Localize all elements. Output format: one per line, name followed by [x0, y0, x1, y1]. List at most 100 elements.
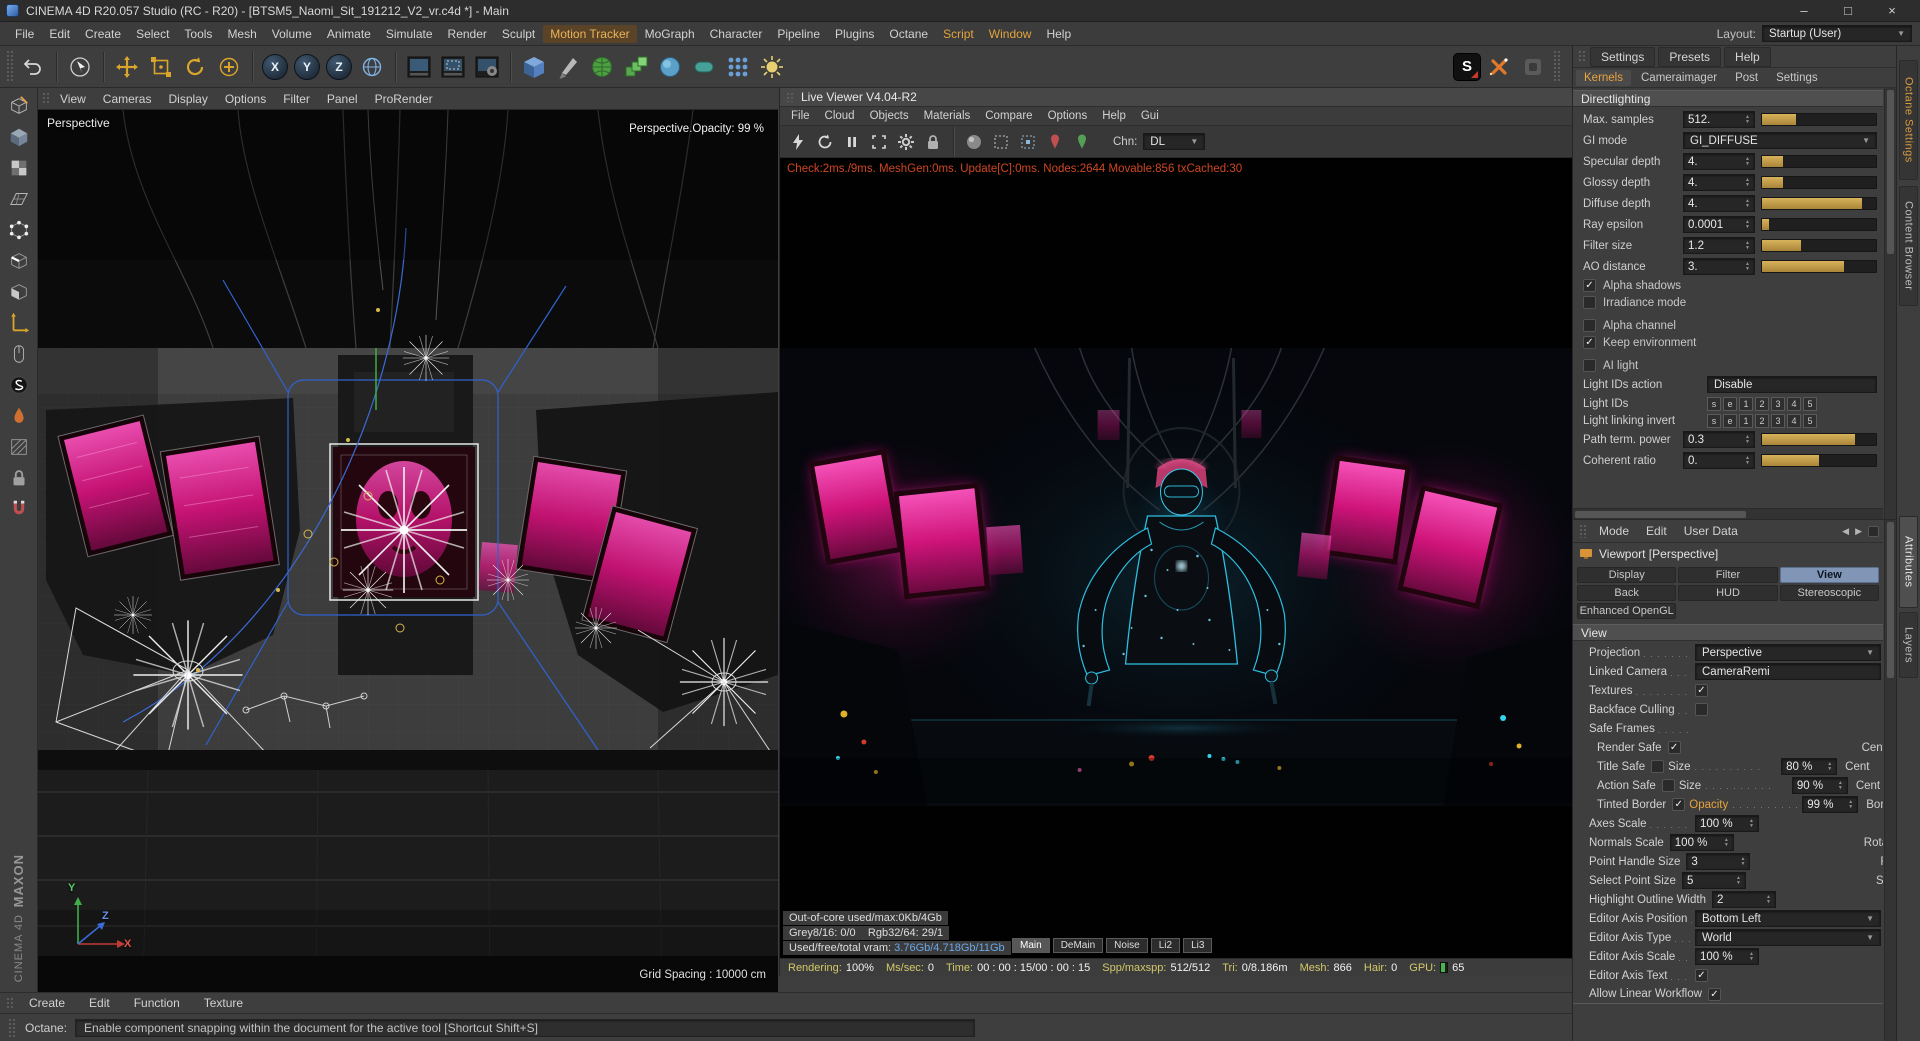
axes-scale-input[interactable]: 100 % ▲ ▼ [1695, 815, 1759, 832]
menu-item[interactable]: Render [441, 25, 494, 43]
coherent-ratio-slider[interactable] [1761, 454, 1877, 467]
scrollbar-thumb[interactable] [1575, 510, 1746, 518]
menu-item[interactable]: Character [703, 25, 770, 43]
glossy-depth-input[interactable]: 4. ▲ ▼ [1683, 174, 1755, 191]
light-icon[interactable] [756, 51, 788, 83]
ai-light-checkbox[interactable] [1583, 359, 1596, 372]
workplane-icon[interactable] [4, 184, 34, 213]
snap-magnet-icon[interactable] [4, 494, 34, 523]
menu-item[interactable]: Create [78, 25, 128, 43]
light-id-button[interactable]: 3 [1771, 396, 1785, 411]
material-ball-icon[interactable] [962, 130, 986, 154]
specular-depth-input[interactable]: 4. ▲ ▼ [1683, 153, 1755, 170]
textures-checkbox[interactable] [1695, 684, 1708, 697]
tab-back[interactable]: Back [1577, 585, 1677, 601]
light-id-button[interactable]: 5 [1803, 396, 1817, 411]
tab-filter[interactable]: Filter [1678, 567, 1778, 583]
aov-li3-button[interactable]: Li3 [1183, 938, 1213, 953]
action-safe-checkbox[interactable] [1661, 779, 1675, 792]
paint-tool-icon[interactable] [4, 401, 34, 430]
lv-menu-objects[interactable]: Objects [863, 109, 916, 123]
mograph-grid-icon[interactable] [722, 51, 754, 83]
path-term-power-input[interactable]: 0.3 ▲ ▼ [1683, 431, 1755, 448]
panel-grip[interactable] [1578, 50, 1585, 63]
last-tool-icon[interactable] [213, 51, 245, 83]
coherent-ratio-input[interactable]: 0. ▲ ▼ [1683, 452, 1755, 469]
aov-demain-button[interactable]: DeMain [1052, 938, 1104, 953]
viewport-menu-view[interactable]: View [52, 90, 94, 108]
lv-menu-compare[interactable]: Compare [978, 109, 1039, 123]
undo-icon[interactable] [17, 51, 49, 83]
viewport-scene[interactable]: Perspective Perspective.Opacity: 99 % Gr… [38, 110, 778, 992]
menu-item[interactable]: Simulate [379, 25, 440, 43]
pause-icon[interactable] [840, 130, 864, 154]
light-link-button[interactable]: 2 [1755, 413, 1769, 428]
lv-menu-help[interactable]: Help [1095, 109, 1133, 123]
edges-mode-icon[interactable] [4, 246, 34, 275]
aov-li2-button[interactable]: Li2 [1150, 938, 1181, 953]
scale-tool-icon[interactable] [145, 51, 177, 83]
ray-epsilon-input[interactable]: 0.0001 ▲ ▼ [1683, 216, 1755, 233]
alpha-channel-checkbox[interactable] [1583, 319, 1596, 332]
cloner-icon[interactable] [620, 51, 652, 83]
viewport-menu-cameras[interactable]: Cameras [95, 90, 160, 108]
tab-texture[interactable]: Texture [194, 994, 253, 1012]
dock-tab-layers[interactable]: Layers [1899, 612, 1918, 678]
pin-icon[interactable] [1868, 525, 1879, 537]
title-safe-size-input[interactable]: 80 % ▲ ▼ [1781, 758, 1838, 775]
y-axis-lock-button[interactable]: Y [294, 53, 320, 80]
make-editable-icon[interactable] [4, 91, 34, 120]
light-ids-action-select[interactable]: Disable [1707, 376, 1877, 393]
editor-axis-scale-input[interactable]: 100 % ▲ ▼ [1695, 948, 1759, 965]
region-render-icon[interactable] [867, 130, 891, 154]
move-tool-icon[interactable] [111, 51, 143, 83]
light-id-button[interactable]: 1 [1739, 396, 1753, 411]
octane-close-icon[interactable] [1483, 51, 1515, 83]
axis-mode-icon[interactable] [4, 308, 34, 337]
status-grip[interactable] [8, 1018, 15, 1037]
render-view[interactable]: Check:2ms./9ms. MeshGen:0ms. Update[C]:0… [780, 158, 1572, 958]
minimize-button[interactable]: – [1782, 0, 1826, 21]
title-safe-checkbox[interactable] [1651, 760, 1665, 773]
viewport-menu-panel[interactable]: Panel [319, 90, 366, 108]
select-point-size-input[interactable]: 5 ▲ ▼ [1681, 872, 1746, 889]
close-button[interactable]: × [1870, 0, 1914, 21]
layout-select[interactable]: Startup (User) ▼ [1762, 25, 1912, 42]
polygons-mode-icon[interactable] [4, 277, 34, 306]
octane-object-icon[interactable] [4, 370, 34, 399]
light-link-button[interactable]: 5 [1803, 413, 1817, 428]
backface-culling-checkbox[interactable] [1695, 703, 1708, 716]
linked-camera-input[interactable]: CameraRemi [1695, 663, 1881, 680]
light-id-button[interactable]: 4 [1787, 396, 1801, 411]
dock-tab-octane-settings[interactable]: Octane Settings [1899, 60, 1918, 180]
render-settings-icon[interactable] [471, 51, 503, 83]
light-link-button[interactable]: 4 [1787, 413, 1801, 428]
menu-item[interactable]: Animate [320, 25, 378, 43]
lv-menu-materials[interactable]: Materials [917, 109, 978, 123]
octane-live-viewer-icon[interactable]: S [1453, 52, 1481, 81]
irradiance-mode-checkbox[interactable] [1583, 296, 1596, 309]
volume-sphere-icon[interactable] [654, 51, 686, 83]
menu-item-motion-tracker[interactable]: Motion Tracker [543, 24, 637, 43]
hatch-icon[interactable] [4, 432, 34, 461]
lock-icon[interactable] [4, 463, 34, 492]
live-selection-icon[interactable] [64, 51, 96, 83]
tab-function[interactable]: Function [124, 994, 190, 1012]
diffuse-depth-slider[interactable] [1761, 197, 1877, 210]
max-samples-slider[interactable] [1761, 113, 1877, 126]
filter-size-input[interactable]: 1.2 ▲ ▼ [1683, 237, 1755, 254]
projection-select[interactable]: Perspective ▼ [1695, 644, 1881, 661]
tab-display[interactable]: Display [1577, 567, 1677, 583]
attr-menu-mode[interactable]: Mode [1593, 522, 1635, 540]
scrollbar-thumb[interactable] [1887, 522, 1894, 679]
history-back-icon[interactable]: ◀ [1842, 526, 1849, 537]
maximize-button[interactable]: □ [1826, 0, 1870, 21]
toolbar-grip[interactable] [1553, 50, 1560, 83]
tab-post[interactable]: Post [1727, 70, 1766, 86]
plugin-icon[interactable] [1517, 51, 1549, 83]
model-mode-icon[interactable] [4, 122, 34, 151]
menu-item[interactable]: File [8, 25, 41, 43]
tab-help[interactable]: Help [1724, 46, 1771, 67]
lv-menu-file[interactable]: File [784, 109, 817, 123]
lv-menu-options[interactable]: Options [1041, 109, 1095, 123]
